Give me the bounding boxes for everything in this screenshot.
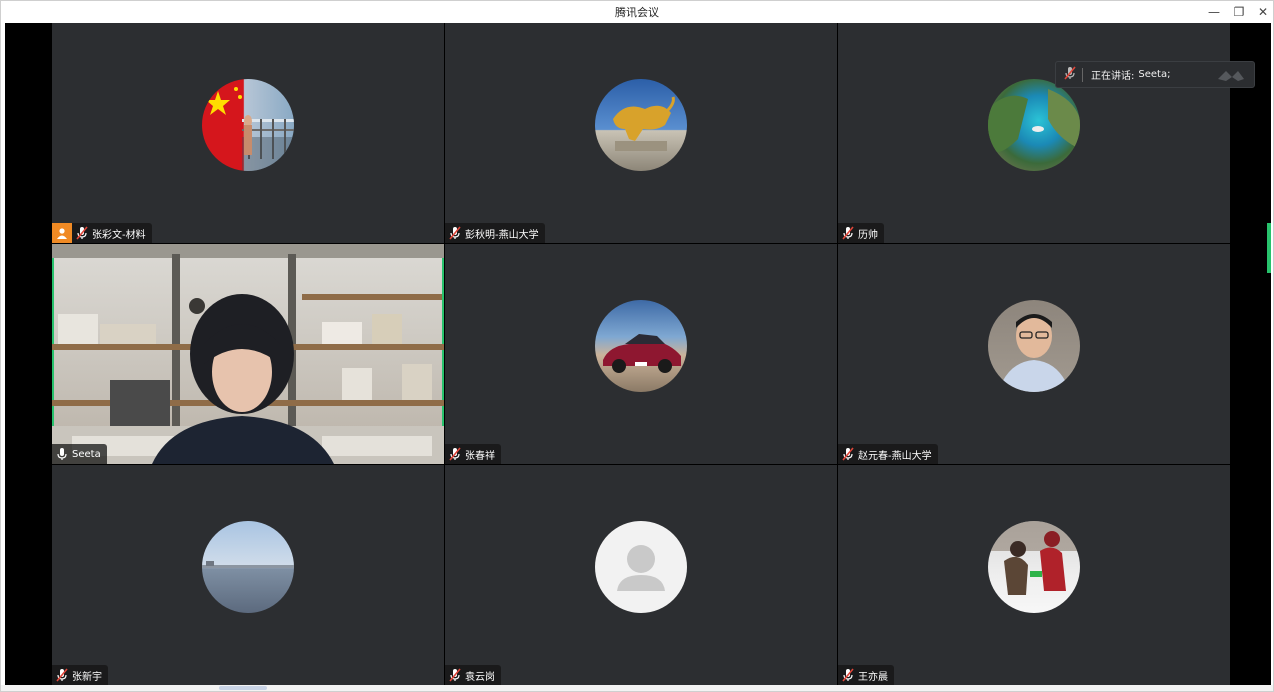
avatar xyxy=(595,79,687,171)
window-bottom-edge xyxy=(1,685,1273,691)
scroll-thumb[interactable] xyxy=(219,686,267,690)
restore-button[interactable]: ❐ xyxy=(1228,1,1250,23)
man-portrait-icon xyxy=(998,314,1070,392)
mic-muted-icon xyxy=(842,226,854,240)
mic-muted-icon xyxy=(76,226,88,240)
name-label: Seeta xyxy=(52,444,107,464)
participant-tile[interactable]: 赵元春-燕山大学 xyxy=(838,244,1230,464)
webcam-video xyxy=(52,244,444,464)
participant-tile[interactable]: 张彩文-材料 xyxy=(52,23,444,243)
flag-star-icon xyxy=(206,87,294,171)
mic-muted-icon xyxy=(449,447,461,461)
default-avatar-icon xyxy=(595,521,687,613)
name-label: 张彩文-材料 xyxy=(52,223,152,243)
participant-tile[interactable]: 张春祥 xyxy=(445,244,837,464)
participant-name: 张新宇 xyxy=(72,671,102,683)
avatar xyxy=(595,300,687,392)
window-title: 腾讯会议 xyxy=(615,6,659,19)
side-panel-handle[interactable] xyxy=(1267,223,1271,273)
tencent-meeting-logo-icon xyxy=(1218,71,1244,81)
avatar xyxy=(988,300,1080,392)
name-label: 张春祥 xyxy=(445,444,501,464)
avatar xyxy=(988,521,1080,613)
title-bar[interactable]: 腾讯会议 — ❐ ✕ xyxy=(1,1,1273,23)
participant-tile[interactable]: 历帅 xyxy=(838,23,1230,243)
participant-grid: 张彩文-材料 彭秋明-燕山大学 历帅 Seeta 张春祥 赵元春-燕山大学 张新… xyxy=(52,23,1230,687)
video-stage: 张彩文-材料 彭秋明-燕山大学 历帅 Seeta 张春祥 赵元春-燕山大学 张新… xyxy=(5,23,1271,687)
close-button[interactable]: ✕ xyxy=(1252,1,1274,23)
avatar xyxy=(202,79,294,171)
mic-muted-icon xyxy=(56,668,68,682)
speaker-name: Seeta; xyxy=(1138,69,1171,80)
avatar xyxy=(202,521,294,613)
speaker-label: 正在讲话: xyxy=(1091,71,1135,82)
divider xyxy=(1082,67,1083,82)
avatar xyxy=(988,79,1080,171)
participant-name: 张春祥 xyxy=(465,450,495,462)
red-car-icon xyxy=(603,334,681,373)
sea-horizon-icon xyxy=(202,561,294,568)
mic-muted-icon xyxy=(842,447,854,461)
participant-tile[interactable]: 张新宇 xyxy=(52,465,444,685)
mic-muted-icon xyxy=(842,668,854,682)
mic-icon xyxy=(56,447,68,461)
participant-name: Seeta xyxy=(72,448,101,460)
coast-cliff-icon xyxy=(988,89,1080,153)
golden-bull-icon xyxy=(613,96,675,151)
participant-name: 袁云岗 xyxy=(465,671,495,683)
name-label: 赵元春-燕山大学 xyxy=(838,444,938,464)
participant-name: 历帅 xyxy=(858,229,878,241)
participant-tile[interactable]: 袁云岗 xyxy=(445,465,837,685)
name-label: 彭秋明-燕山大学 xyxy=(445,223,545,243)
host-badge-icon xyxy=(52,223,72,243)
meeting-window: 腾讯会议 — ❐ ✕ 张彩文-材料 彭秋明-燕山大学 历帅 Seeta 张春祥 … xyxy=(0,0,1274,692)
participant-name: 彭秋明-燕山大学 xyxy=(465,229,539,241)
mic-muted-icon xyxy=(1064,66,1076,83)
mic-muted-icon xyxy=(449,668,461,682)
minimize-button[interactable]: — xyxy=(1203,1,1225,23)
participant-name: 张彩文-材料 xyxy=(92,229,146,241)
mic-muted-icon xyxy=(449,226,461,240)
active-speaker-indicator[interactable]: 正在讲话: Seeta; xyxy=(1055,61,1255,88)
participant-tile[interactable]: 彭秋明-燕山大学 xyxy=(445,23,837,243)
name-label: 张新宇 xyxy=(52,665,108,685)
snow-kids-icon xyxy=(988,521,1080,595)
name-label: 历帅 xyxy=(838,223,884,243)
participant-tile[interactable]: 王亦晨 xyxy=(838,465,1230,685)
participant-tile-video[interactable]: Seeta xyxy=(52,244,444,464)
participant-name: 赵元春-燕山大学 xyxy=(858,450,932,462)
name-label: 袁云岗 xyxy=(445,665,501,685)
participant-name: 王亦晨 xyxy=(858,671,888,683)
name-label: 王亦晨 xyxy=(838,665,894,685)
